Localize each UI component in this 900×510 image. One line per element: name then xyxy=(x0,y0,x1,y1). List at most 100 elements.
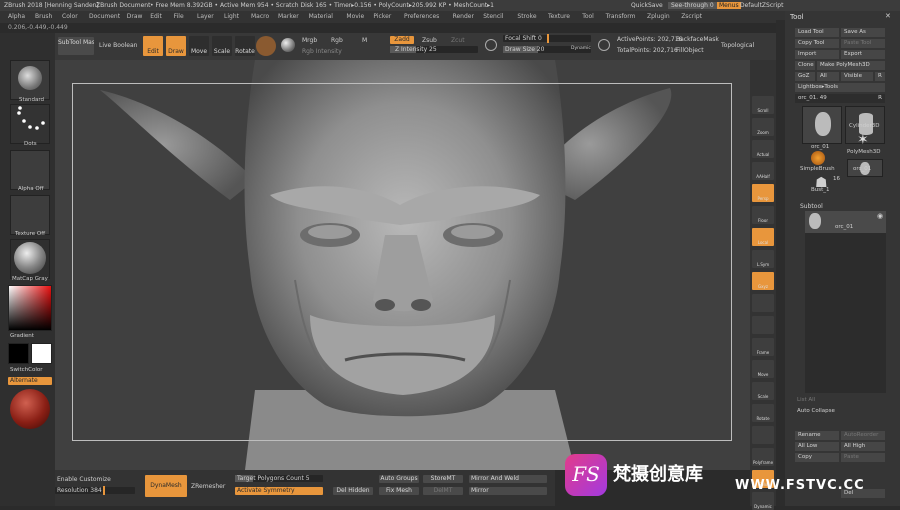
list-all-button[interactable]: List All xyxy=(797,397,815,403)
store-mt-button[interactable]: StoreMT xyxy=(423,475,463,483)
menu-item-color[interactable]: Color xyxy=(62,13,78,20)
viewport-tool-frame[interactable]: Frame xyxy=(752,338,774,356)
viewport-tool-persp[interactable]: Persp xyxy=(752,184,774,202)
color-picker[interactable] xyxy=(8,285,52,331)
viewport-tool-scroll[interactable]: Scroll xyxy=(752,96,774,114)
live-boolean-button[interactable]: Live Boolean xyxy=(99,42,137,49)
menu-item-picker[interactable]: Picker xyxy=(373,13,391,20)
mirror-button[interactable]: Mirror xyxy=(469,487,547,495)
auto-reorder-button[interactable]: AutoReorder xyxy=(841,431,885,440)
draw-size-slider[interactable]: Draw Size 20 Dynamic xyxy=(503,46,591,53)
load-tool-button[interactable]: Load Tool xyxy=(795,28,839,37)
import-button[interactable]: Import xyxy=(795,50,839,59)
quicksave-button[interactable]: QuickSave xyxy=(631,2,663,9)
menu-item-macro[interactable]: Macro xyxy=(251,13,269,20)
material-sphere-icon[interactable] xyxy=(256,36,276,56)
m-button[interactable]: M xyxy=(362,37,367,44)
enable-customize-button[interactable]: Enable Customize xyxy=(57,476,111,483)
menu-item-file[interactable]: File xyxy=(174,13,184,20)
activate-symmetry-button[interactable]: Activate Symmetry xyxy=(235,487,323,495)
default-script-button[interactable]: DefaultZScript xyxy=(740,2,783,9)
subtool-master-button[interactable]: SubTool Master xyxy=(58,37,94,55)
mrgb-button[interactable]: Mrgb xyxy=(302,37,317,44)
viewport-tool-zoom[interactable]: Zoom xyxy=(752,118,774,136)
viewport-tool-rotate[interactable]: Rotate xyxy=(752,404,774,422)
focal-shift-slider[interactable]: Focal Shift 0 xyxy=(503,34,591,43)
viewport-tool-gxyz[interactable]: Gxyz xyxy=(752,272,774,290)
r-button[interactable]: R xyxy=(875,72,885,81)
fix-mesh-button[interactable]: Fix Mesh xyxy=(379,487,419,495)
edit-button[interactable]: Edit xyxy=(143,36,163,56)
subtool-header[interactable]: Subtool xyxy=(800,203,823,210)
viewport-tool-lsym[interactable]: L.Sym xyxy=(752,250,774,268)
menu-item-texture[interactable]: Texture xyxy=(548,13,570,20)
rename-button[interactable]: Rename xyxy=(795,431,839,440)
stats-settings-icon[interactable] xyxy=(598,39,610,51)
menu-item-transform[interactable]: Transform xyxy=(606,13,636,20)
zcut-button[interactable]: Zcut xyxy=(451,37,465,44)
viewport-tool-blank-10[interactable] xyxy=(752,316,774,334)
rgb-button[interactable]: Rgb xyxy=(331,37,343,44)
menu-item-alpha[interactable]: Alpha xyxy=(8,13,25,20)
all-high-button[interactable]: All High xyxy=(841,442,885,451)
alpha-thumbnail[interactable] xyxy=(10,150,50,190)
mirror-and-weld-button[interactable]: Mirror And Weld xyxy=(469,475,547,483)
auto-groups-button[interactable]: Auto Groups xyxy=(379,475,419,483)
make-polymesh-button[interactable]: Make PolyMesh3D xyxy=(817,61,885,70)
draw-button[interactable]: Draw xyxy=(166,36,186,56)
viewport-tool-move[interactable]: Move xyxy=(752,360,774,378)
del-hidden-button[interactable]: Del Hidden xyxy=(333,487,373,495)
red-material-sphere-icon[interactable] xyxy=(10,389,50,429)
zadd-button[interactable]: Zadd xyxy=(390,36,414,44)
menu-item-light[interactable]: Light xyxy=(224,13,239,20)
close-icon[interactable]: ✕ xyxy=(885,12,891,20)
see-through-slider[interactable]: See-through 0 xyxy=(668,2,717,9)
menu-item-zscript[interactable]: Zscript xyxy=(681,13,702,20)
menu-item-draw[interactable]: Draw xyxy=(127,13,143,20)
backface-mask-button[interactable]: BackfaceMask xyxy=(676,36,719,43)
brush-thumbnail[interactable] xyxy=(10,60,50,100)
resolution-slider[interactable]: Resolution 384 xyxy=(55,486,135,495)
texture-thumbnail[interactable] xyxy=(10,195,50,235)
viewport-tool-actual[interactable]: Actual xyxy=(752,140,774,158)
simplebrush-icon[interactable] xyxy=(811,151,825,165)
auto-collapse-button[interactable]: Auto Collapse xyxy=(797,408,835,414)
menu-item-preferences[interactable]: Preferences xyxy=(404,13,439,20)
scale-button[interactable]: Scale xyxy=(212,36,232,56)
tool-thumb-orc[interactable] xyxy=(802,106,842,144)
z-intensity-slider[interactable]: Z Intensity 25 xyxy=(390,46,478,53)
all-low-button[interactable]: All Low xyxy=(795,442,839,451)
menu-item-zplugin[interactable]: Zplugin xyxy=(647,13,670,20)
menu-item-movie[interactable]: Movie xyxy=(346,13,364,20)
topological-button[interactable]: Topological xyxy=(721,42,754,49)
stroke-thumbnail[interactable] xyxy=(10,104,50,144)
goz-button[interactable]: GoZ xyxy=(795,72,815,81)
viewport-tool-local[interactable]: Local xyxy=(752,228,774,246)
material-thumbnail[interactable] xyxy=(10,239,50,279)
menu-item-marker[interactable]: Marker xyxy=(278,13,299,20)
fill-object-button[interactable]: FillObject xyxy=(676,47,704,54)
eye-icon[interactable]: ◉ xyxy=(877,212,883,220)
right-scrollbar[interactable] xyxy=(776,20,785,506)
all-button[interactable]: All xyxy=(817,72,839,81)
primary-color-swatch[interactable] xyxy=(8,343,29,364)
zremesher-button[interactable]: ZRemesher xyxy=(191,483,225,490)
secondary-color-swatch[interactable] xyxy=(31,343,52,364)
current-tool-slider[interactable]: orc_01. 49 R xyxy=(795,94,885,103)
menu-item-tool[interactable]: Tool xyxy=(582,13,594,20)
switch-color-button[interactable]: SwitchColor xyxy=(10,367,43,373)
paste-tool-button[interactable]: Paste Tool xyxy=(841,39,885,48)
move-button[interactable]: Move xyxy=(189,36,209,56)
menu-item-material[interactable]: Material xyxy=(309,13,333,20)
viewport-tool-scale[interactable]: Scale xyxy=(752,382,774,400)
visible-button[interactable]: Visible xyxy=(841,72,873,81)
lightbox-tools-button[interactable]: Lightbox▸Tools xyxy=(795,83,885,92)
menu-item-brush[interactable]: Brush xyxy=(35,13,52,20)
rotate-button[interactable]: Rotate xyxy=(235,36,255,56)
copy-tool-button[interactable]: Copy Tool xyxy=(795,39,839,48)
target-polygons-slider[interactable]: Target Polygons Count 5 xyxy=(235,475,323,482)
clone-button[interactable]: Clone xyxy=(795,61,815,70)
color-sphere-icon[interactable] xyxy=(281,38,295,52)
menu-item-document[interactable]: Document xyxy=(89,13,120,20)
alternate-button[interactable]: Alternate xyxy=(8,377,52,385)
